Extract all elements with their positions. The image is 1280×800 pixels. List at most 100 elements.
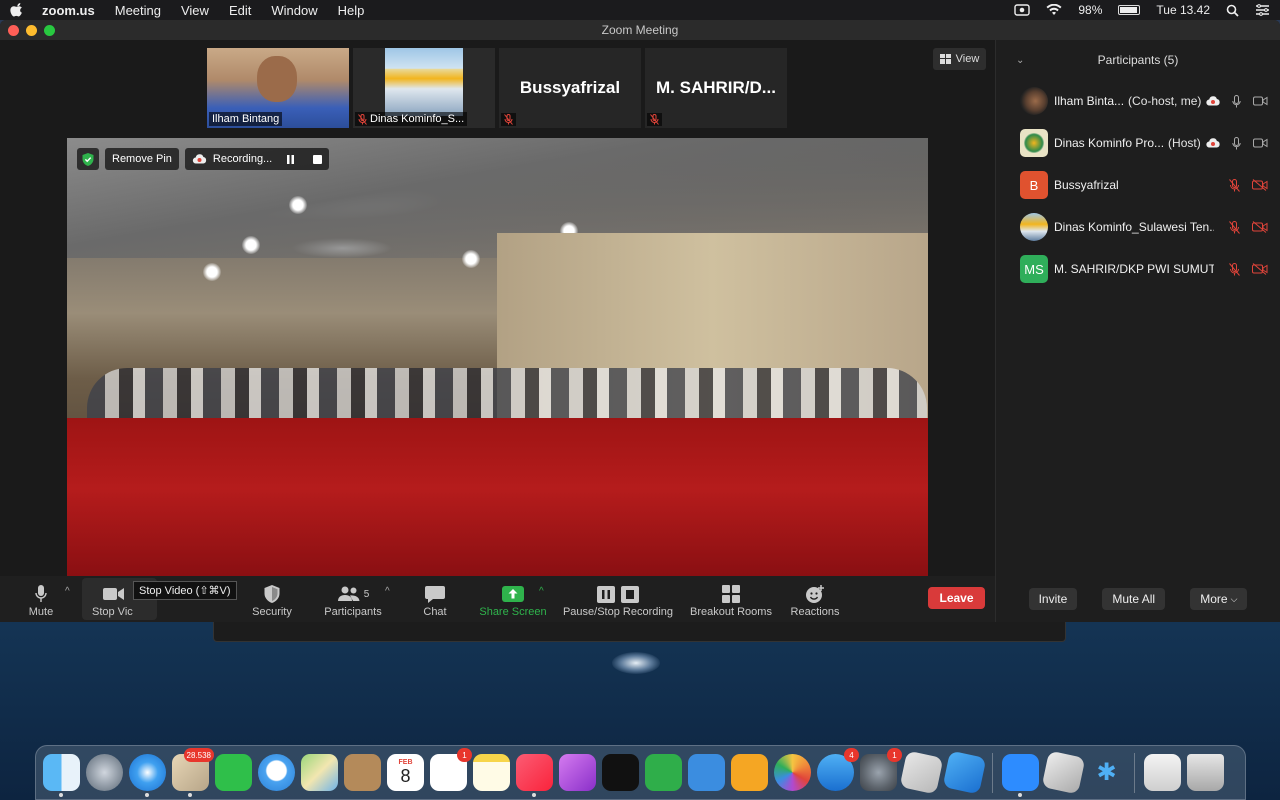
minimize-window-button[interactable] (26, 25, 37, 36)
share-options-chevron-icon[interactable]: ^ (539, 586, 544, 597)
microphone-icon[interactable] (1232, 94, 1241, 108)
roblox-player-icon[interactable] (1041, 750, 1086, 795)
system-preferences-icon[interactable]: 1 (860, 748, 902, 791)
reminders-icon[interactable]: 1 (430, 748, 472, 791)
chat-button[interactable]: Chat (420, 580, 450, 618)
messages-icon[interactable] (258, 754, 295, 791)
pause-recording-icon[interactable] (286, 154, 295, 164)
menu-app-name[interactable]: zoom.us (42, 3, 95, 18)
video-camera-icon[interactable] (1253, 96, 1268, 106)
window-titlebar[interactable]: Zoom Meeting (0, 20, 1280, 40)
menu-help[interactable]: Help (338, 3, 365, 18)
participant-row[interactable]: Dinas Kominfo Pro... (Host) (996, 122, 1280, 164)
close-window-button[interactable] (8, 25, 19, 36)
remove-pin-button[interactable]: Remove Pin (105, 148, 179, 170)
breakout-rooms-button[interactable]: Breakout Rooms (689, 580, 773, 618)
app-store-icon[interactable]: 4 (817, 748, 859, 791)
wifi-icon[interactable] (1046, 4, 1062, 16)
apple-tv-icon[interactable] (602, 754, 639, 791)
more-button[interactable]: More ⌵ (1190, 588, 1248, 610)
participant-row[interactable]: Dinas Kominfo_Sulawesi Ten... (996, 206, 1280, 248)
reactions-button[interactable]: Reactions (790, 580, 840, 618)
mail-icon[interactable]: 28.538 (172, 748, 214, 797)
video-thumbnail-dinas-kominfo[interactable]: Dinas Kominfo_S... (353, 48, 495, 128)
video-camera-icon[interactable] (1253, 138, 1268, 148)
notes-icon[interactable] (473, 754, 510, 791)
video-thumbnail-bussyafrizal[interactable]: Bussyafrizal (499, 48, 641, 128)
contacts-icon[interactable] (344, 754, 381, 791)
numbers-icon[interactable] (645, 754, 682, 791)
safari-icon[interactable] (129, 754, 166, 797)
zoom-window: Zoom Meeting Ilham Bintang Dinas Kominfo… (0, 20, 1280, 622)
screen-recording-icon[interactable] (1014, 4, 1031, 16)
launchpad-icon[interactable] (86, 754, 123, 791)
mute-all-button[interactable]: Mute All (1102, 588, 1166, 610)
muted-mic-icon[interactable] (1229, 262, 1240, 276)
menu-view[interactable]: View (181, 3, 209, 18)
share-screen-button[interactable]: Share Screen (478, 580, 548, 618)
muted-mic-icon[interactable] (1229, 220, 1240, 234)
video-off-icon[interactable] (1252, 179, 1268, 191)
apple-menu-icon[interactable] (10, 3, 24, 17)
trash-icon[interactable] (1187, 754, 1224, 791)
invite-button[interactable]: Invite (1028, 588, 1078, 610)
pinned-main-video[interactable]: Remove Pin Recording... (67, 138, 928, 576)
finder-icon[interactable] (43, 754, 80, 797)
video-thumbnail-strip: Ilham Bintang Dinas Kominfo_S... Bussyaf… (207, 48, 787, 128)
menu-meeting[interactable]: Meeting (115, 3, 161, 18)
zoom-icon[interactable] (1002, 754, 1039, 797)
video-thumbnail-sahrir[interactable]: M. SAHRIR/D... (645, 48, 787, 128)
keynote-icon[interactable] (688, 754, 725, 791)
running-indicator (145, 793, 149, 797)
pause-stop-recording-label: Pause/Stop Recording (562, 606, 674, 618)
pause-stop-recording-button[interactable]: Pause/Stop Recording (562, 580, 674, 618)
roblox-studio-icon[interactable] (899, 750, 944, 795)
muted-mic-icon[interactable] (1229, 178, 1240, 192)
participants-button[interactable]: 5 Participants (322, 580, 384, 618)
remove-pin-label: Remove Pin (112, 153, 172, 165)
smiley-plus-icon (806, 585, 824, 603)
participants-panel-header: ⌄ Participants (5) (996, 40, 1280, 80)
maps-icon[interactable] (301, 754, 338, 791)
video-off-icon[interactable] (1252, 263, 1268, 275)
participant-avatar (1020, 87, 1048, 115)
security-button[interactable]: Security (250, 580, 294, 618)
view-button[interactable]: View (933, 48, 986, 70)
reactions-label: Reactions (790, 606, 840, 618)
menu-window[interactable]: Window (271, 3, 317, 18)
video-off-icon[interactable] (1252, 221, 1268, 233)
stop-recording-icon[interactable] (313, 154, 323, 164)
mute-button[interactable]: Mute (25, 580, 57, 618)
music-icon[interactable] (516, 754, 553, 797)
menu-clock[interactable]: Tue 13.42 (1156, 3, 1210, 17)
participant-row[interactable]: Ilham Binta... (Co-host, me) (996, 80, 1280, 122)
podcasts-icon[interactable] (559, 754, 596, 791)
microphone-icon[interactable] (1232, 136, 1241, 150)
cloud-recording-icon (1206, 96, 1220, 106)
participant-avatar: B (1020, 171, 1048, 199)
menu-edit[interactable]: Edit (229, 3, 251, 18)
chevron-down-icon: ⌵ (1230, 593, 1238, 604)
bluetooth-icon[interactable]: ✱ (1088, 754, 1125, 791)
control-center-icon[interactable] (1255, 4, 1270, 16)
photos-icon[interactable] (774, 754, 811, 791)
facetime-icon[interactable] (215, 754, 252, 791)
roblox-icon[interactable] (942, 750, 987, 795)
leave-button[interactable]: Leave (928, 587, 985, 609)
participant-row[interactable]: B Bussyafrizal (996, 164, 1280, 206)
pages-icon[interactable] (731, 754, 768, 791)
battery-icon[interactable] (1118, 5, 1141, 15)
encryption-badge[interactable] (77, 148, 99, 170)
calendar-icon[interactable]: FEB 8 (387, 754, 424, 791)
thumbnail-name-tag: Dinas Kominfo_S... (355, 112, 468, 126)
video-thumbnail-ilham[interactable]: Ilham Bintang (207, 48, 349, 128)
stop-video-button[interactable]: Stop Vic (90, 580, 138, 618)
participants-options-chevron-icon[interactable]: ^ (385, 586, 390, 597)
recording-indicator[interactable]: Recording... (184, 148, 330, 170)
audio-options-chevron-icon[interactable]: ^ (65, 586, 70, 597)
participant-row[interactable]: MS M. SAHRIR/DKP PWI SUMUT (996, 248, 1280, 290)
fullscreen-window-button[interactable] (44, 25, 55, 36)
collapse-panel-chevron-icon[interactable]: ⌄ (1016, 55, 1024, 66)
downloads-stack-icon[interactable] (1144, 754, 1181, 791)
spotlight-search-icon[interactable] (1226, 4, 1239, 17)
